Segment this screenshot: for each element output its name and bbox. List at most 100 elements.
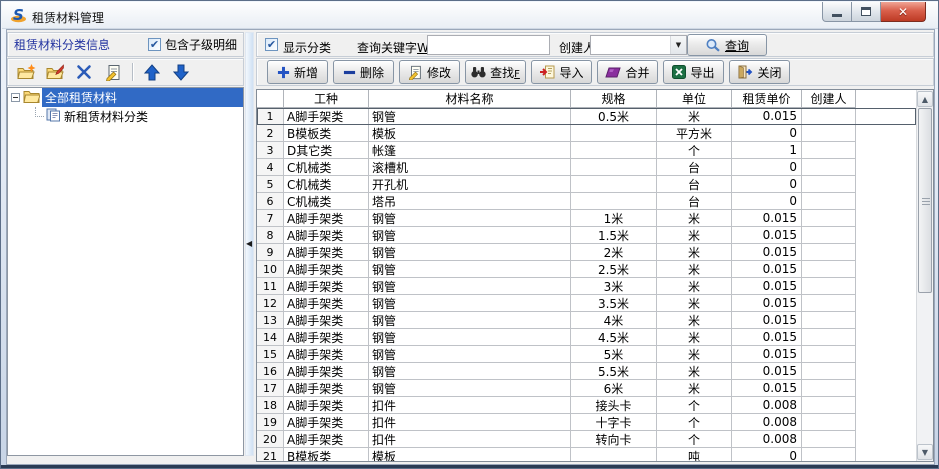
table-cell[interactable]: 米 bbox=[657, 261, 732, 278]
table-cell[interactable]: 台 bbox=[657, 159, 732, 176]
table-row[interactable]: 6C机械类塔吊台0 bbox=[257, 193, 916, 210]
table-row[interactable]: 8A脚手架类钢管1.5米米0.015 bbox=[257, 227, 916, 244]
table-row[interactable]: 16A脚手架类钢管5.5米米0.015 bbox=[257, 363, 916, 380]
table-cell[interactable] bbox=[802, 295, 856, 312]
table-cell[interactable]: 0.015 bbox=[732, 210, 802, 227]
search-button[interactable]: 查询 bbox=[687, 34, 767, 56]
table-cell[interactable]: 模板 bbox=[369, 448, 571, 461]
table-cell[interactable]: 0.015 bbox=[732, 108, 802, 125]
table-cell[interactable]: C机械类 bbox=[284, 159, 369, 176]
row-number-cell[interactable]: 16 bbox=[257, 363, 284, 380]
delete-category-button[interactable] bbox=[74, 62, 94, 82]
table-cell[interactable] bbox=[802, 329, 856, 346]
row-number-cell[interactable]: 8 bbox=[257, 227, 284, 244]
table-row[interactable]: 1A脚手架类钢管0.5米米0.015 bbox=[257, 108, 916, 125]
row-number-cell[interactable]: 15 bbox=[257, 346, 284, 363]
row-number-cell[interactable]: 17 bbox=[257, 380, 284, 397]
table-row[interactable]: 11A脚手架类钢管3米米0.015 bbox=[257, 278, 916, 295]
column-header-material[interactable]: 材料名称 bbox=[369, 90, 571, 108]
table-cell[interactable] bbox=[802, 108, 856, 125]
add-button[interactable]: 新增 bbox=[267, 60, 328, 84]
table-row[interactable]: 18A脚手架类扣件接头卡个0.008 bbox=[257, 397, 916, 414]
table-cell[interactable]: 钢管 bbox=[369, 312, 571, 329]
table-cell[interactable]: A脚手架类 bbox=[284, 431, 369, 448]
table-cell[interactable] bbox=[802, 363, 856, 380]
table-row[interactable]: 15A脚手架类钢管5米米0.015 bbox=[257, 346, 916, 363]
table-cell[interactable]: 转向卡 bbox=[571, 431, 657, 448]
table-cell[interactable]: 米 bbox=[657, 244, 732, 261]
table-cell[interactable]: 吨 bbox=[657, 448, 732, 461]
table-cell[interactable]: 0.015 bbox=[732, 329, 802, 346]
table-cell[interactable]: A脚手架类 bbox=[284, 346, 369, 363]
splitter-collapse-icon[interactable]: ◀ bbox=[246, 239, 252, 248]
table-cell[interactable]: A脚手架类 bbox=[284, 312, 369, 329]
table-cell[interactable] bbox=[802, 210, 856, 227]
table-cell[interactable]: 米 bbox=[657, 380, 732, 397]
row-number-cell[interactable]: 20 bbox=[257, 431, 284, 448]
maximize-button[interactable] bbox=[852, 2, 881, 22]
scroll-up-button[interactable]: ▲ bbox=[917, 91, 933, 107]
table-cell[interactable]: 1米 bbox=[571, 210, 657, 227]
table-cell[interactable]: 5米 bbox=[571, 346, 657, 363]
row-number-cell[interactable]: 14 bbox=[257, 329, 284, 346]
table-cell[interactable]: 米 bbox=[657, 278, 732, 295]
modify-button[interactable]: 修改 bbox=[399, 60, 460, 84]
table-cell[interactable] bbox=[802, 244, 856, 261]
table-cell[interactable]: A脚手架类 bbox=[284, 414, 369, 431]
edit-detail-button[interactable] bbox=[103, 62, 123, 82]
table-cell[interactable] bbox=[571, 193, 657, 210]
row-number-cell[interactable]: 2 bbox=[257, 125, 284, 142]
table-cell[interactable]: 2米 bbox=[571, 244, 657, 261]
table-cell[interactable]: A脚手架类 bbox=[284, 363, 369, 380]
table-cell[interactable]: 扣件 bbox=[369, 397, 571, 414]
table-cell[interactable]: 0.5米 bbox=[571, 108, 657, 125]
table-cell[interactable]: A脚手架类 bbox=[284, 380, 369, 397]
import-button[interactable]: 导入 bbox=[531, 60, 592, 84]
table-cell[interactable] bbox=[802, 142, 856, 159]
table-cell[interactable] bbox=[802, 397, 856, 414]
row-number-cell[interactable]: 9 bbox=[257, 244, 284, 261]
table-cell[interactable] bbox=[802, 159, 856, 176]
table-cell[interactable]: 钢管 bbox=[369, 210, 571, 227]
table-cell[interactable]: B模板类 bbox=[284, 448, 369, 461]
table-row[interactable]: 5C机械类开孔机台0 bbox=[257, 176, 916, 193]
table-cell[interactable] bbox=[571, 142, 657, 159]
creator-combobox[interactable]: ▼ bbox=[590, 35, 687, 55]
table-cell[interactable]: 米 bbox=[657, 295, 732, 312]
row-number-cell[interactable]: 18 bbox=[257, 397, 284, 414]
table-cell[interactable]: 0 bbox=[732, 159, 802, 176]
table-cell[interactable]: C机械类 bbox=[284, 193, 369, 210]
table-cell[interactable] bbox=[802, 448, 856, 461]
table-cell[interactable] bbox=[571, 176, 657, 193]
table-cell[interactable]: A脚手架类 bbox=[284, 108, 369, 125]
table-cell[interactable]: 扣件 bbox=[369, 431, 571, 448]
table-cell[interactable]: 米 bbox=[657, 329, 732, 346]
table-cell[interactable] bbox=[802, 278, 856, 295]
table-cell[interactable]: 帐篷 bbox=[369, 142, 571, 159]
scroll-down-button[interactable]: ▼ bbox=[917, 444, 933, 460]
table-cell[interactable]: A脚手架类 bbox=[284, 261, 369, 278]
include-sub-checkbox-label[interactable]: 包含子级明细 bbox=[165, 36, 237, 53]
row-number-cell[interactable]: 13 bbox=[257, 312, 284, 329]
table-cell[interactable]: A脚手架类 bbox=[284, 397, 369, 414]
table-cell[interactable]: A脚手架类 bbox=[284, 210, 369, 227]
table-cell[interactable] bbox=[802, 227, 856, 244]
show-category-label[interactable]: 显示分类 bbox=[283, 39, 331, 56]
minimize-button[interactable] bbox=[822, 2, 852, 22]
table-cell[interactable]: 0.015 bbox=[732, 380, 802, 397]
add-category-button[interactable] bbox=[16, 62, 36, 82]
table-cell[interactable]: 0.008 bbox=[732, 414, 802, 431]
table-cell[interactable]: 个 bbox=[657, 142, 732, 159]
table-cell[interactable]: 钢管 bbox=[369, 227, 571, 244]
tree-item-root-label[interactable]: 全部租赁材料 bbox=[42, 88, 243, 107]
table-cell[interactable]: 3.5米 bbox=[571, 295, 657, 312]
table-row[interactable]: 9A脚手架类钢管2米米0.015 bbox=[257, 244, 916, 261]
close-form-button[interactable]: 关闭 bbox=[729, 60, 790, 84]
table-cell[interactable]: B模板类 bbox=[284, 125, 369, 142]
table-cell[interactable]: 2.5米 bbox=[571, 261, 657, 278]
table-cell[interactable]: 个 bbox=[657, 397, 732, 414]
scrollbar-thumb[interactable] bbox=[918, 108, 932, 293]
column-header-price[interactable]: 租赁单价 bbox=[732, 90, 802, 108]
table-cell[interactable]: 台 bbox=[657, 176, 732, 193]
table-cell[interactable]: 开孔机 bbox=[369, 176, 571, 193]
